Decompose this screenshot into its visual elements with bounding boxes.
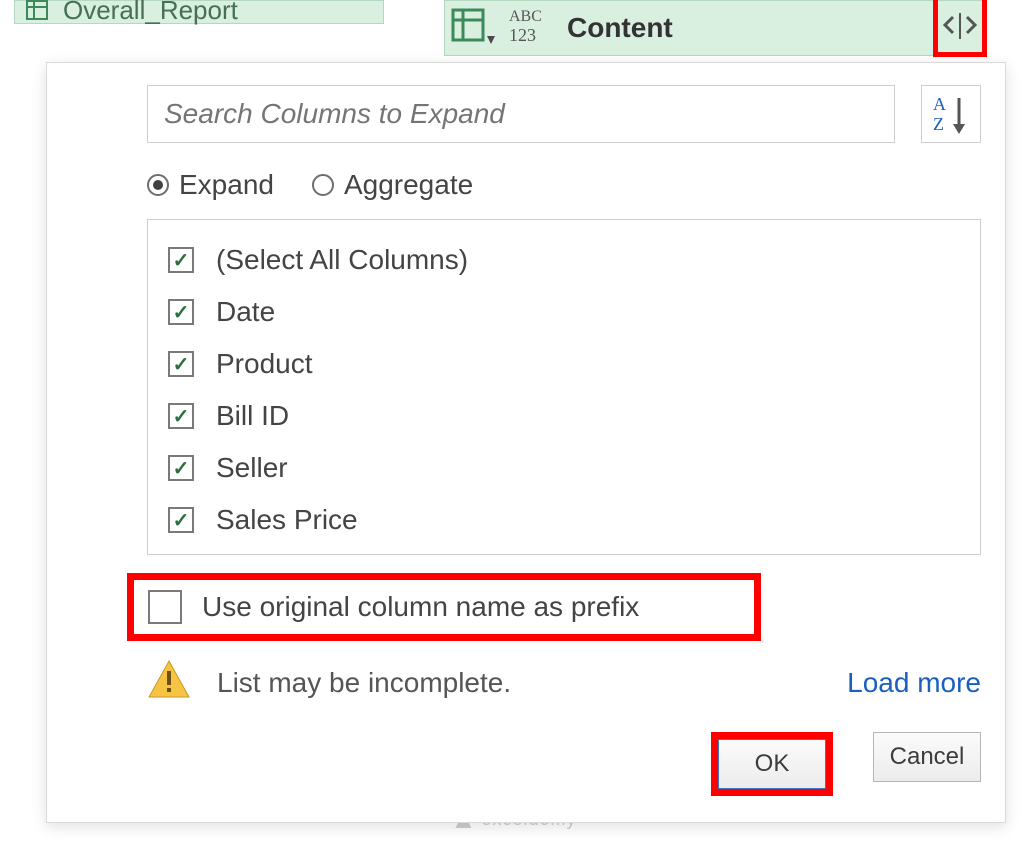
svg-text:ABC: ABC	[509, 8, 542, 25]
warning-text: List may be incomplete.	[217, 667, 511, 699]
column-label: Bill ID	[216, 400, 289, 432]
load-more-link[interactable]: Load more	[847, 667, 981, 699]
checkbox-icon	[168, 299, 194, 325]
checkbox-column[interactable]: Product	[168, 338, 960, 390]
column-label: Seller	[216, 452, 288, 484]
columns-list: (Select All Columns) Date Product Bill I…	[147, 219, 981, 555]
column-label: Date	[216, 296, 275, 328]
column-header: ABC 123 Content	[444, 0, 984, 56]
radio-aggregate[interactable]: Aggregate	[312, 169, 473, 201]
column-label: Sales Price	[216, 504, 358, 536]
query-name: Overall_Report	[63, 0, 238, 26]
checkbox-prefix[interactable]	[148, 590, 182, 624]
table-icon	[25, 0, 49, 22]
column-label: Product	[216, 348, 313, 380]
expand-column-dropdown: A Z Expand Aggregate (Select All Columns…	[46, 62, 1006, 823]
checkbox-icon	[168, 351, 194, 377]
prefix-label: Use original column name as prefix	[202, 591, 639, 623]
svg-text:Z: Z	[933, 114, 944, 134]
datatype-icon[interactable]: ABC 123	[507, 5, 553, 52]
radio-expand[interactable]: Expand	[147, 169, 274, 201]
highlight-prefix-option: Use original column name as prefix	[127, 573, 761, 641]
column-title: Content	[567, 12, 673, 44]
checkbox-select-all[interactable]: (Select All Columns)	[168, 234, 960, 286]
highlight-expand-button	[933, 0, 987, 57]
ok-button[interactable]: OK	[718, 739, 826, 789]
checkbox-icon	[168, 455, 194, 481]
search-input[interactable]	[147, 85, 895, 143]
query-tab[interactable]: Overall_Report	[14, 0, 384, 24]
checkbox-column[interactable]: Date	[168, 286, 960, 338]
checkbox-column[interactable]: Sales Price	[168, 494, 960, 546]
cancel-button[interactable]: Cancel	[873, 732, 981, 782]
radio-aggregate-label: Aggregate	[344, 169, 473, 201]
sort-az-button[interactable]: A Z	[921, 85, 981, 143]
checkbox-icon	[168, 247, 194, 273]
radio-icon	[147, 174, 169, 196]
svg-text:123: 123	[509, 25, 536, 45]
table-dropdown-icon[interactable]	[451, 6, 497, 51]
checkbox-icon	[168, 507, 194, 533]
warning-icon	[147, 659, 191, 706]
checkbox-column[interactable]: Bill ID	[168, 390, 960, 442]
radio-expand-label: Expand	[179, 169, 274, 201]
checkbox-column[interactable]: Seller	[168, 442, 960, 494]
select-all-label: (Select All Columns)	[216, 244, 468, 276]
radio-icon	[312, 174, 334, 196]
svg-text:A: A	[933, 94, 946, 114]
expand-column-button[interactable]	[940, 6, 980, 46]
highlight-ok-button: OK	[711, 732, 833, 796]
checkbox-icon	[168, 403, 194, 429]
